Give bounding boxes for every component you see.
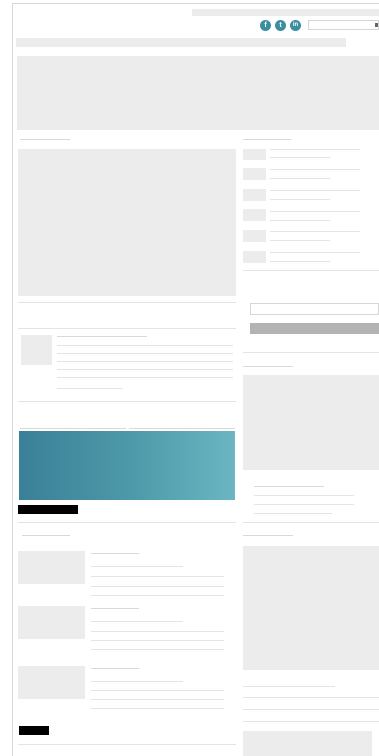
- promo-banner[interactable]: [19, 431, 235, 500]
- newsletter-input[interactable]: [250, 303, 379, 315]
- sidebar-line: [270, 211, 360, 212]
- sidebar-line: [243, 721, 379, 722]
- section-heading: [22, 535, 70, 536]
- list-item-line: [91, 576, 224, 577]
- sidebar-thumb[interactable]: [243, 168, 266, 180]
- sidebar-ad-placeholder[interactable]: [243, 375, 379, 470]
- sidebar-heading: [243, 139, 291, 140]
- divider: [18, 744, 236, 745]
- sidebar-link[interactable]: [254, 486, 324, 487]
- article-text-line: [57, 345, 233, 346]
- top-bar-strip: [192, 9, 379, 16]
- list-item-line: [91, 566, 183, 567]
- tab-right[interactable]: [129, 428, 235, 429]
- list-item-image[interactable]: [18, 666, 85, 699]
- sidebar-line: [270, 149, 360, 150]
- twitter-icon[interactable]: t: [275, 20, 286, 31]
- sidebar-line: [270, 199, 330, 200]
- sidebar-thumb[interactable]: [243, 230, 266, 242]
- sidebar-heading: [243, 535, 293, 536]
- divider: [243, 352, 379, 353]
- sidebar-thumb[interactable]: [243, 189, 266, 201]
- sidebar-line: [270, 252, 360, 253]
- sidebar-line: [243, 686, 335, 687]
- list-item-line: [91, 690, 224, 691]
- list-item-image[interactable]: [18, 551, 85, 584]
- search-input[interactable]: [308, 20, 379, 30]
- sidebar-thumb[interactable]: [243, 209, 266, 221]
- sidebar-line: [270, 190, 360, 191]
- list-item-line: [91, 699, 224, 700]
- divider: [18, 522, 236, 523]
- black-label: [19, 726, 49, 735]
- sidebar-line: [254, 513, 332, 514]
- list-item-line: [91, 621, 183, 622]
- article-text-line: [57, 377, 233, 378]
- section-heading: [20, 139, 70, 140]
- sidebar-line: [270, 157, 330, 158]
- sidebar-line: [243, 697, 379, 698]
- divider: [18, 328, 236, 329]
- facebook-icon[interactable]: f: [260, 20, 271, 31]
- list-item-line: [91, 708, 224, 709]
- hero-banner-placeholder[interactable]: [17, 56, 379, 130]
- nav-bar[interactable]: [16, 38, 346, 47]
- search-icon[interactable]: [375, 23, 378, 27]
- sidebar-thumb[interactable]: [243, 251, 266, 263]
- divider: [243, 522, 379, 523]
- list-item-title[interactable]: [91, 668, 139, 669]
- sidebar-bottom-placeholder[interactable]: [243, 731, 372, 756]
- list-item-image[interactable]: [18, 606, 85, 639]
- article-title[interactable]: [57, 336, 147, 337]
- list-item-line: [91, 649, 224, 650]
- list-item-line: [91, 640, 224, 641]
- divider: [18, 302, 236, 303]
- article-text-line: [57, 361, 233, 362]
- list-item-line: [91, 681, 183, 682]
- sidebar-line: [270, 240, 330, 241]
- tab-left[interactable]: [20, 428, 126, 429]
- sidebar-line: [243, 709, 379, 710]
- sidebar-line: [270, 220, 330, 221]
- article-text-line: [57, 369, 233, 370]
- black-label: [18, 505, 78, 514]
- sidebar-line: [270, 178, 330, 179]
- list-item-line: [91, 586, 224, 587]
- sidebar-heading: [243, 366, 293, 367]
- sidebar-line: [270, 169, 360, 170]
- sidebar-ad-placeholder[interactable]: [243, 546, 379, 670]
- list-item-title[interactable]: [91, 553, 139, 554]
- featured-image[interactable]: [18, 149, 236, 296]
- subscribe-button[interactable]: [250, 323, 379, 334]
- sidebar-line: [254, 495, 354, 496]
- article-text-line: [57, 388, 123, 389]
- article-thumbnail[interactable]: [21, 335, 52, 365]
- divider: [243, 270, 379, 271]
- sidebar-line: [254, 504, 354, 505]
- list-item-line: [91, 631, 224, 632]
- sidebar-thumb[interactable]: [243, 149, 266, 160]
- list-item-line: [91, 595, 224, 596]
- divider: [18, 401, 236, 402]
- sidebar-line: [270, 231, 360, 232]
- article-text-line: [57, 353, 233, 354]
- list-item-title[interactable]: [91, 608, 139, 609]
- linkedin-icon[interactable]: in: [290, 20, 301, 31]
- sidebar-line: [270, 261, 330, 262]
